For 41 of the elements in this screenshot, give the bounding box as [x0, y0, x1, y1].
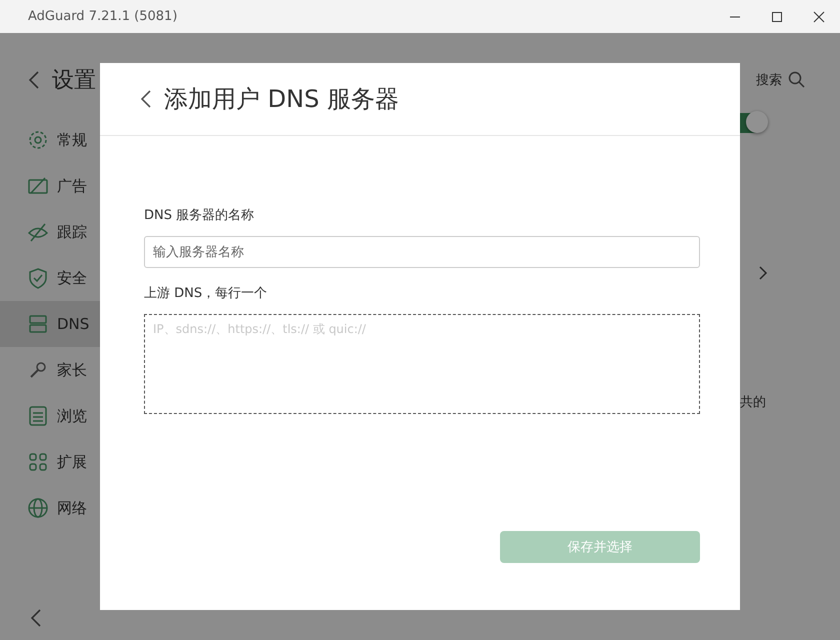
field-label: DNS 服务器的名称	[144, 207, 256, 224]
sidebar-item[interactable]: 浏览	[0, 393, 100, 439]
sidebar-item[interactable]: 常规	[0, 117, 100, 163]
sidebar-label: 扩展	[57, 452, 87, 472]
crossed-eye-icon	[27, 221, 49, 243]
page-title: 设置	[52, 67, 97, 95]
grid-icon	[27, 451, 49, 473]
search-icon[interactable]	[788, 71, 806, 89]
gear-icon	[27, 129, 49, 151]
sidebar-label: 家长	[57, 360, 87, 380]
crossed-screen-icon	[27, 175, 49, 197]
sidebar-item[interactable]: 广告	[0, 163, 100, 209]
sidebar-label: 安全	[57, 268, 87, 288]
server-name-field[interactable]: 输入服务器名称	[144, 236, 700, 268]
close-icon[interactable]	[813, 10, 825, 22]
sidebar-label: 浏览	[57, 406, 87, 426]
maximize-icon[interactable]	[771, 10, 783, 22]
description-text: 共的	[740, 394, 766, 411]
sidebar-label: DNS	[57, 315, 90, 333]
dialog-back-button[interactable]	[140, 89, 152, 109]
sidebar-item[interactable]: DNS	[0, 301, 100, 347]
sidebar-item[interactable]: 安全	[0, 255, 100, 301]
sidebar-item[interactable]: 网络	[0, 485, 100, 531]
server-icon	[27, 313, 49, 335]
sidebar-item[interactable]: 家长	[0, 347, 100, 393]
search-link[interactable]: 搜索	[756, 71, 782, 89]
browser-icon	[27, 405, 49, 427]
sidebar-label: 网络	[57, 498, 87, 518]
globe-icon	[27, 497, 49, 519]
sidebar-item[interactable]: 跟踪	[0, 209, 100, 255]
shield-icon	[27, 267, 49, 289]
sidebar-label: 跟踪	[57, 222, 87, 242]
collapse-button[interactable]	[30, 608, 42, 628]
dialog-title: 添加用户 DNS 服务器	[164, 84, 399, 115]
chevron-right-icon[interactable]	[758, 265, 768, 281]
sidebar-label: 常规	[57, 130, 87, 150]
field-label: 上游 DNS，每行一个	[144, 285, 268, 302]
back-button[interactable]	[28, 70, 40, 90]
sidebar-label: 广告	[57, 176, 87, 196]
sidebar-item[interactable]: 扩展	[0, 439, 100, 485]
window-title: AdGuard 7.21.1 (5081)	[28, 9, 178, 24]
